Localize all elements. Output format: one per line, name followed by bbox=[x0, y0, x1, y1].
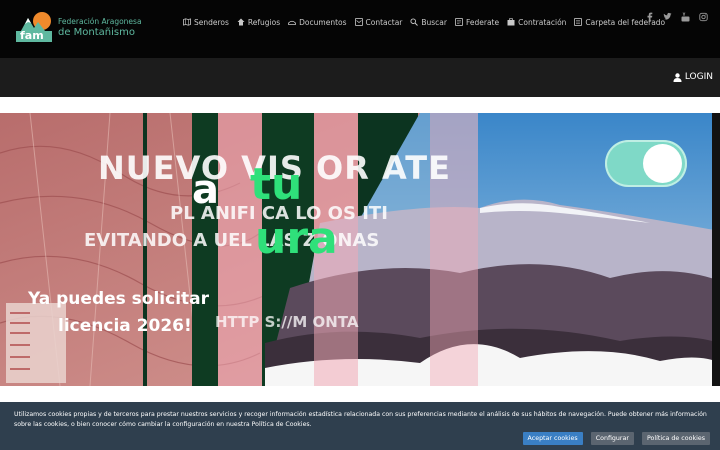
cookie-banner: Utilizamos cookies propias y de terceros… bbox=[0, 402, 720, 450]
hero-word-ventura: ura bbox=[255, 213, 338, 264]
refuge-icon bbox=[237, 18, 245, 26]
nav-contactar[interactable]: Contactar bbox=[354, 16, 403, 28]
nav-senderos[interactable]: Senderos bbox=[183, 16, 229, 28]
main-nav: Senderos Refugios Documentos Contactar B… bbox=[183, 16, 665, 28]
nav-label: Contratación bbox=[518, 17, 567, 27]
cookie-actions: Aceptar cookies Configurar Política de c… bbox=[522, 432, 710, 445]
social-links bbox=[645, 12, 708, 22]
nav-label: Federate bbox=[465, 17, 500, 27]
accept-cookies-button[interactable]: Aceptar cookies bbox=[522, 432, 583, 445]
cookie-message: Utilizamos cookies propias y de terceros… bbox=[14, 411, 707, 428]
mail-icon bbox=[354, 18, 363, 26]
toggle-knob bbox=[643, 144, 682, 183]
hero-cta-line-2: licencia 2026! bbox=[58, 316, 192, 336]
nav-label: Documentos bbox=[299, 17, 347, 27]
documents-icon bbox=[288, 18, 297, 26]
nav-label: Refugios bbox=[247, 17, 281, 27]
nav-documentos[interactable]: Documentos bbox=[288, 16, 347, 28]
folder-icon bbox=[574, 18, 583, 26]
nav-label: Buscar bbox=[421, 17, 447, 27]
hero-url: HTTP S://M ONTA bbox=[215, 313, 359, 331]
nav-contratacion[interactable]: Contratación bbox=[507, 16, 566, 28]
card-icon bbox=[455, 18, 463, 26]
search-icon bbox=[410, 18, 419, 26]
logo-line-2: de Montañismo bbox=[58, 27, 135, 38]
hero-word-tu: tu bbox=[250, 159, 303, 210]
nav-federate[interactable]: Federate bbox=[455, 16, 499, 28]
page: fam Federación Aragonesa de Montañismo S… bbox=[0, 0, 720, 450]
hero-word-a: a bbox=[192, 167, 219, 213]
logo-abbr: fam bbox=[20, 29, 44, 42]
nav-buscar[interactable]: Buscar bbox=[410, 16, 447, 28]
twitter-icon[interactable] bbox=[663, 12, 672, 22]
login-button[interactable]: LOGIN bbox=[673, 72, 713, 82]
hero-toggle-graphic bbox=[605, 140, 687, 187]
logo-text: Federación Aragonesa de Montañismo bbox=[58, 17, 142, 38]
contract-icon bbox=[507, 18, 515, 26]
nav-label: Senderos bbox=[194, 17, 229, 27]
logo-line-1: Federación Aragonesa bbox=[58, 17, 142, 26]
nav-label: Contactar bbox=[365, 17, 403, 27]
hero-slider[interactable]: NUEVO VIS OR ATE PL ANIFI CA LO OS ITI E… bbox=[0, 113, 720, 386]
instagram-icon[interactable] bbox=[699, 12, 708, 22]
map-icon bbox=[183, 18, 191, 26]
fam-logo[interactable]: fam Federación Aragonesa de Montañismo bbox=[14, 12, 142, 44]
facebook-icon[interactable] bbox=[645, 12, 654, 22]
login-label: LOGIN bbox=[684, 72, 713, 82]
top-header: fam Federación Aragonesa de Montañismo S… bbox=[0, 0, 720, 58]
configure-cookies-button[interactable]: Configurar bbox=[590, 432, 634, 445]
secondary-bar: LOGIN bbox=[0, 58, 720, 97]
youtube-icon[interactable] bbox=[681, 12, 690, 22]
user-icon bbox=[673, 72, 682, 82]
nav-refugios[interactable]: Refugios bbox=[237, 16, 280, 28]
hero-cta-line-1: Ya puedes solicitar bbox=[28, 289, 210, 309]
cookie-policy-button[interactable]: Política de cookies bbox=[641, 432, 710, 445]
